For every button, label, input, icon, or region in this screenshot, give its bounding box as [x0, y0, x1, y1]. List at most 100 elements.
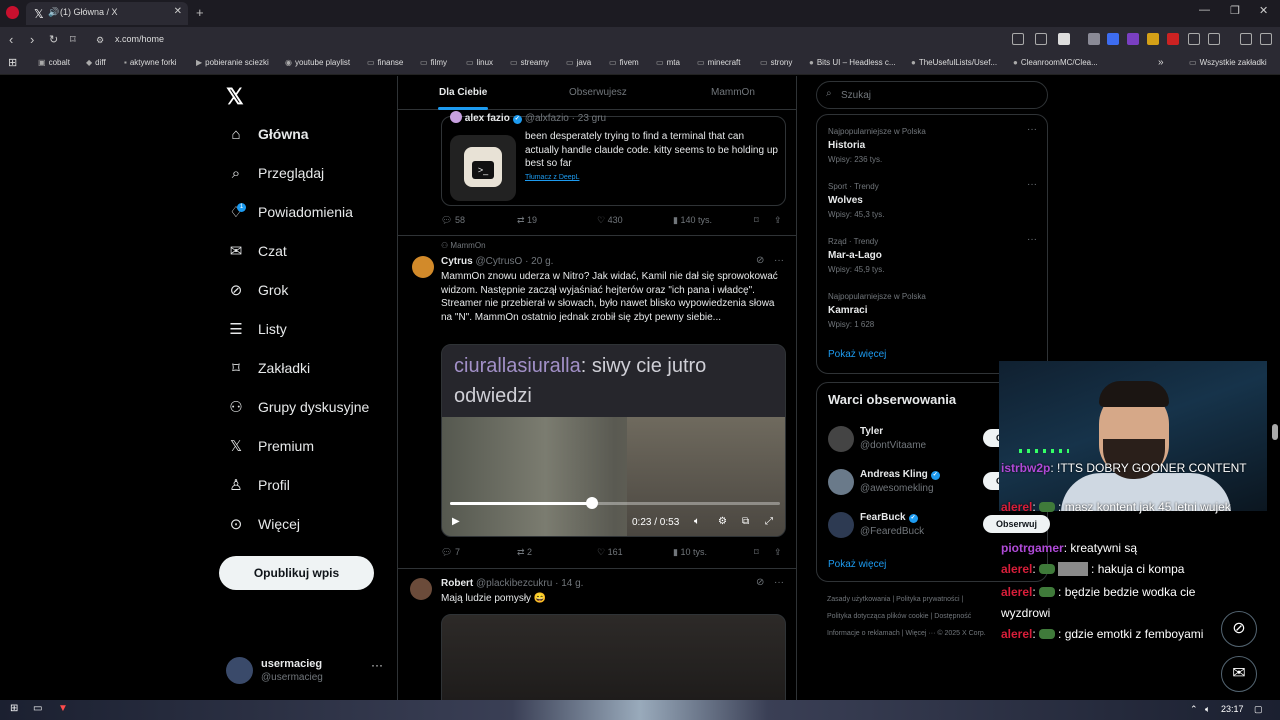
like-button[interactable]: ♡ 161 [597, 547, 623, 558]
browser-tab[interactable]: 𝕏 🔊 (1) Główna / X ✕ [26, 2, 188, 25]
bookmark-folder[interactable]: ▭ streamy [510, 58, 549, 67]
video-progress-bar[interactable] [450, 502, 780, 505]
x-logo-icon[interactable]: 𝕏 [226, 84, 244, 110]
trend-title[interactable]: Kamraci [828, 305, 867, 316]
pause-icon[interactable] [1088, 33, 1100, 45]
reply-button[interactable]: 💬︎ 7 [441, 547, 460, 558]
pip-icon[interactable]: ⧉ [742, 516, 749, 527]
bookmark-folder[interactable]: ▭ mta [656, 58, 680, 67]
bookmark-folder[interactable]: ▭ linux [466, 58, 493, 67]
like-button[interactable]: ♡ 430 [597, 215, 623, 226]
avatar[interactable] [412, 256, 434, 278]
footer-link[interactable]: Polityka dotycząca plików cookie [827, 613, 929, 620]
bookmark-item[interactable]: ◆ diff [86, 58, 106, 67]
bookmark-folder[interactable]: ▭ minecraft [697, 58, 740, 67]
notifications-tray-icon[interactable]: ▢ [1254, 704, 1263, 715]
footer-link[interactable]: Informacje o reklamach [827, 630, 900, 637]
extension-blue-icon[interactable] [1107, 33, 1119, 45]
follow-suggestion[interactable]: FearBuck ✓ @FearedBuck Obserwuj [828, 511, 1050, 541]
bookmark-folder[interactable]: ▭ fivem [609, 58, 639, 67]
fullscreen-icon[interactable]: ⤢ [765, 516, 773, 527]
nav-grok[interactable]: ⊘ Grok [226, 277, 289, 303]
post-button[interactable]: Opublikuj wpis [219, 556, 374, 590]
site-settings-icon[interactable]: ⚙ [96, 35, 104, 46]
volume-icon[interactable]: 🔈︎ [694, 516, 700, 527]
tab-for-you[interactable]: Dla Ciebie [439, 87, 487, 98]
restore-icon[interactable]: ❐ [1230, 4, 1240, 17]
follow-button[interactable]: Obserwuj [983, 515, 1050, 533]
settings-gear-icon[interactable]: ⚙ [718, 516, 727, 527]
show-more-link[interactable]: Pokaż więcej [828, 349, 886, 360]
share-icon[interactable]: ⇪ [774, 215, 782, 226]
bookmark-item[interactable]: ● CleanroomMC/Clea... [1013, 58, 1098, 67]
video-player[interactable]: ciurallasiuralla: siwy cie jutro odwiedz… [441, 344, 786, 537]
bookmark-icon[interactable]: ⌑ [754, 547, 759, 558]
nav-premium[interactable]: 𝕏 Premium [226, 433, 314, 459]
extensions-puzzle-icon[interactable] [1188, 33, 1200, 45]
forward-icon[interactable]: › [30, 32, 34, 47]
grok-icon[interactable]: ⊘ [756, 577, 764, 588]
tab-mammon[interactable]: MammOn [711, 87, 755, 98]
grok-icon[interactable]: ⊘ [756, 255, 764, 266]
apps-grid-icon[interactable]: ⊞ [8, 56, 17, 69]
bookmark-item[interactable]: ▣ cobalt [38, 58, 70, 67]
extension-red-icon[interactable] [1167, 33, 1179, 45]
tweet-author[interactable]: Cytrus @CytrusO · 20 g. [441, 256, 553, 267]
browser-taskbar-icon[interactable]: ▼ [58, 703, 68, 714]
more-dots-icon[interactable]: ··· [1027, 179, 1037, 190]
twitch-icon[interactable] [1127, 33, 1139, 45]
avatar[interactable] [410, 578, 432, 600]
nav-profile[interactable]: ♙ Profil [226, 472, 290, 498]
adblock-icon[interactable] [1058, 33, 1070, 45]
more-dots-icon[interactable]: ··· [1027, 124, 1037, 135]
music-icon[interactable] [1240, 33, 1252, 45]
screenshot-icon[interactable] [1012, 33, 1024, 45]
browser-logo-icon[interactable] [6, 6, 19, 19]
nav-communities[interactable]: ⚇ Grupy dyskusyjne [226, 394, 369, 420]
tab-following[interactable]: Obserwujesz [569, 87, 627, 98]
grok-fab-icon[interactable]: ⊘ [1221, 611, 1257, 647]
play-icon[interactable]: ▶ [452, 516, 460, 527]
menu-icon[interactable] [1260, 33, 1272, 45]
footer-link[interactable]: Więcej ··· [905, 630, 935, 637]
file-explorer-icon[interactable]: ▭ [33, 703, 42, 714]
all-bookmarks-folder[interactable]: ▭ Wszystkie zakładki [1189, 58, 1267, 67]
bookmark-icon[interactable]: ⌑ [754, 215, 759, 226]
messages-fab-icon[interactable]: ✉ [1221, 656, 1257, 692]
nav-home[interactable]: ⌂ Główna [226, 121, 308, 147]
trend-title[interactable]: Wolves [828, 195, 863, 206]
video-scrubber-handle[interactable] [585, 497, 598, 509]
nav-lists[interactable]: ☰ Listy [226, 316, 287, 342]
nav-notifications[interactable]: ♢ 1 Powiadomienia [226, 199, 353, 225]
show-more-link[interactable]: Pokaż więcej [828, 559, 886, 570]
volume-tray-icon[interactable]: 🔈︎ [1205, 704, 1210, 715]
views-button[interactable]: ▮ 140 tys. [673, 215, 712, 226]
tweet-media[interactable] [441, 614, 786, 700]
windows-start-icon[interactable]: ⊞ [10, 703, 18, 714]
url-input[interactable]: x.com/home [115, 34, 164, 44]
close-window-icon[interactable]: ✕ [1259, 4, 1268, 17]
back-icon[interactable]: ‹ [9, 32, 13, 47]
search-input[interactable]: ⌕ Szukaj [816, 81, 1048, 109]
trend-title[interactable]: Mar-a-Lago [828, 250, 882, 261]
sidebar-icon[interactable] [1208, 33, 1220, 45]
close-tab-icon[interactable]: ✕ [174, 6, 182, 17]
bookmark-folder[interactable]: ▭ strony [760, 58, 792, 67]
bookmark-item[interactable]: ● TheUsefulLists/Usef... [911, 58, 997, 67]
tray-chevron-icon[interactable]: ⌃ [1190, 704, 1198, 715]
more-dots-icon[interactable]: ··· [1027, 234, 1037, 245]
translate-link[interactable]: Tłumacz z DeepL [525, 174, 579, 181]
nav-more[interactable]: ⊙ Więcej [226, 511, 300, 537]
bookmark-item[interactable]: ▶ pobieranie sciezki [196, 58, 269, 67]
footer-link[interactable]: Zasady użytkowania [827, 596, 890, 603]
footer-link[interactable]: Dostępność [934, 613, 971, 620]
nav-bookmarks[interactable]: ⌑ Zakładki [226, 355, 310, 381]
nav-explore[interactable]: ⌕ Przeglądaj [226, 160, 324, 186]
speaker-icon[interactable]: 🔊 [48, 7, 59, 18]
minimize-icon[interactable]: — [1199, 4, 1210, 16]
bookmark-item[interactable]: ◉ youtube playlist [285, 58, 350, 67]
reload-icon[interactable]: ↻ [49, 33, 58, 46]
views-button[interactable]: ▮ 10 tys. [673, 547, 707, 558]
bookmark-folder[interactable]: ▭ filmy [420, 58, 447, 67]
extension-yellow-icon[interactable] [1147, 33, 1159, 45]
